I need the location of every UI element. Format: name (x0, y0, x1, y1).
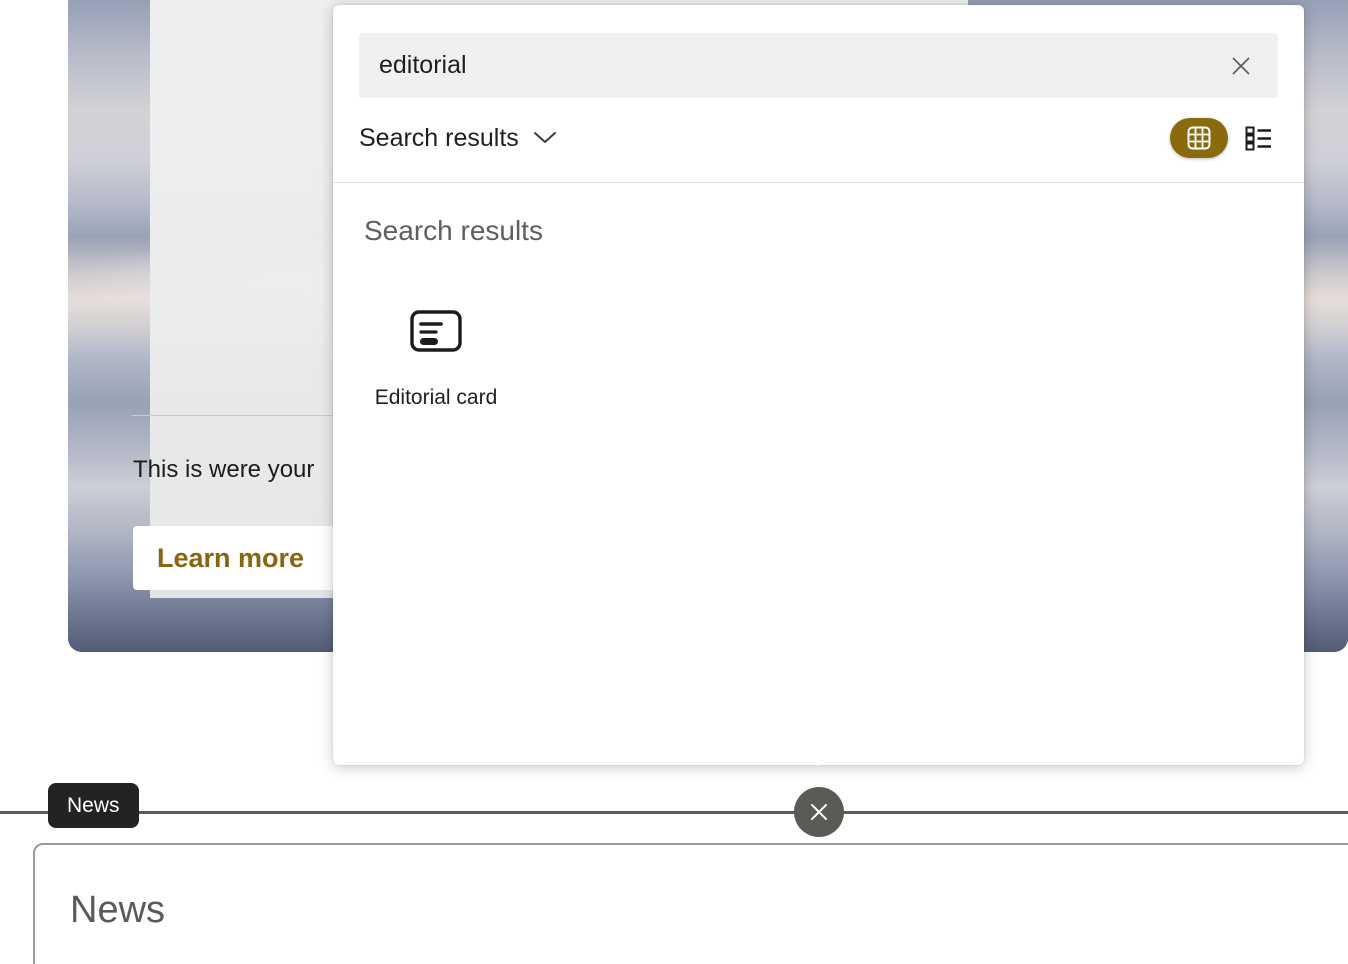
section-rail-line (0, 811, 1348, 814)
search-result-label: Editorial card (374, 386, 498, 409)
search-clear-button[interactable] (1224, 49, 1258, 83)
app-root: This is were your Learn more Search resu… (0, 0, 1348, 964)
search-flyout: Search results (333, 5, 1304, 766)
editorial-card-icon (361, 294, 511, 368)
search-results-title: Search results (364, 215, 543, 246)
view-toggle-group (1170, 118, 1278, 158)
grid-view-toggle[interactable] (1170, 118, 1228, 158)
search-scope-label: Search results (359, 123, 519, 152)
search-field[interactable] (359, 33, 1278, 98)
news-section: News (33, 843, 1348, 964)
search-input[interactable] (379, 51, 1224, 80)
search-scope-row: Search results (359, 110, 1278, 166)
close-icon (811, 804, 827, 820)
search-flyout-header: Search results (333, 5, 1304, 183)
list-view-icon (1245, 126, 1271, 151)
news-section-heading: News (70, 889, 166, 931)
list-view-toggle[interactable] (1240, 119, 1278, 157)
grid-view-icon (1187, 126, 1211, 150)
search-results-grid: Editorial card (361, 294, 511, 410)
close-flyout-button[interactable] (794, 787, 844, 837)
close-icon (1232, 56, 1250, 75)
chevron-down-icon (533, 132, 556, 143)
search-result-item[interactable]: Editorial card (361, 294, 511, 410)
search-scope-dropdown[interactable]: Search results (359, 124, 557, 153)
section-badge-news[interactable]: News (48, 783, 139, 828)
search-results-body: Search results Editorial card (333, 184, 1304, 765)
